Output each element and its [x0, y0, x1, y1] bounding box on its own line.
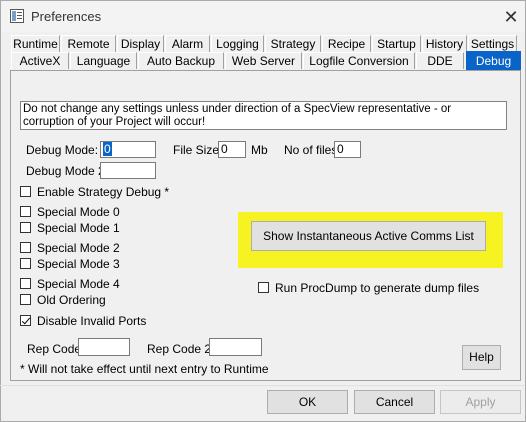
tab-activex[interactable]: ActiveX	[11, 52, 69, 69]
disable-invalid-ports-label: Disable Invalid Ports	[37, 314, 147, 328]
tab-logging[interactable]: Logging	[211, 35, 264, 52]
tab-dde[interactable]: DDE	[416, 52, 464, 69]
tab-startup[interactable]: Startup	[372, 35, 421, 52]
show-comms-list-button[interactable]: Show Instantaneous Active Comms List	[251, 221, 486, 251]
tab-alarm[interactable]: Alarm	[165, 35, 210, 52]
special-mode1-label: Special Mode 1	[37, 221, 120, 235]
tab-runtime[interactable]: Runtime	[11, 35, 60, 52]
special-mode1-box[interactable]	[20, 222, 31, 233]
tab-web-server[interactable]: Web Server	[225, 52, 302, 69]
tab-logfile-conversion[interactable]: Logfile Conversion	[303, 52, 415, 69]
strategy-debug-box[interactable]	[20, 186, 31, 197]
tab-recipe[interactable]: Recipe	[322, 35, 371, 52]
rep-code-field[interactable]	[78, 338, 130, 356]
tab-remote[interactable]: Remote	[61, 35, 116, 52]
apply-button[interactable]: Apply	[440, 390, 521, 414]
special-mode4-box[interactable]	[20, 278, 31, 289]
procdump-label: Run ProcDump to generate dump files	[275, 281, 480, 295]
warning-text: Do not change any settings unless under …	[20, 101, 507, 130]
special-mode2-label: Special Mode 2	[37, 241, 120, 255]
special-mode4-label: Special Mode 4	[37, 277, 120, 291]
tab-strategy[interactable]: Strategy	[265, 35, 321, 52]
debug-mode2-field[interactable]	[100, 162, 156, 179]
tab-history[interactable]: History	[422, 35, 467, 52]
app-icon	[10, 9, 24, 23]
special-mode0-box[interactable]	[20, 206, 31, 217]
debug-mode2-label: Debug Mode 2:	[26, 164, 109, 178]
special-mode0-label: Special Mode 0	[37, 205, 120, 219]
disable-invalid-ports-box[interactable]	[20, 315, 31, 326]
title-bar: Preferences ✕	[1, 1, 525, 32]
strategy-debug-label: Enable Strategy Debug *	[37, 185, 170, 199]
no-files-label: No of files:	[284, 143, 341, 157]
divider	[0, 385, 524, 386]
cancel-button[interactable]: Cancel	[354, 390, 435, 414]
special-mode2-box[interactable]	[20, 242, 31, 253]
tab-language[interactable]: Language	[70, 52, 137, 69]
tab-settings[interactable]: Settings	[468, 35, 517, 52]
help-button[interactable]: Help	[462, 345, 501, 370]
no-files-field[interactable]: 0	[334, 141, 361, 158]
debug-mode-value: 0	[103, 142, 112, 156]
file-size-unit: Mb	[251, 143, 268, 157]
old-ordering-box[interactable]	[20, 294, 31, 305]
debug-mode-field[interactable]: 0	[100, 141, 156, 158]
old-ordering-label: Old Ordering	[37, 293, 106, 307]
close-icon[interactable]: ✕	[497, 5, 525, 29]
rep-code-label: Rep Code:	[27, 342, 85, 356]
file-size-label: File Size:	[173, 143, 223, 157]
tab-debug[interactable]: Debug	[466, 51, 521, 70]
tab-auto-backup[interactable]: Auto Backup	[138, 52, 224, 69]
debug-mode-label: Debug Mode:	[26, 143, 99, 157]
footnote: * Will not take effect until next entry …	[20, 362, 269, 376]
rep-code2-field[interactable]	[209, 338, 262, 356]
rep-code2-label: Rep Code 2:	[147, 342, 215, 356]
file-size-field[interactable]: 0	[218, 141, 246, 158]
window-title: Preferences	[31, 9, 102, 24]
ok-button[interactable]: OK	[267, 390, 348, 414]
tab-display[interactable]: Display	[117, 35, 164, 52]
special-mode3-box[interactable]	[20, 258, 31, 269]
procdump-box[interactable]	[258, 282, 269, 293]
special-mode3-label: Special Mode 3	[37, 257, 120, 271]
